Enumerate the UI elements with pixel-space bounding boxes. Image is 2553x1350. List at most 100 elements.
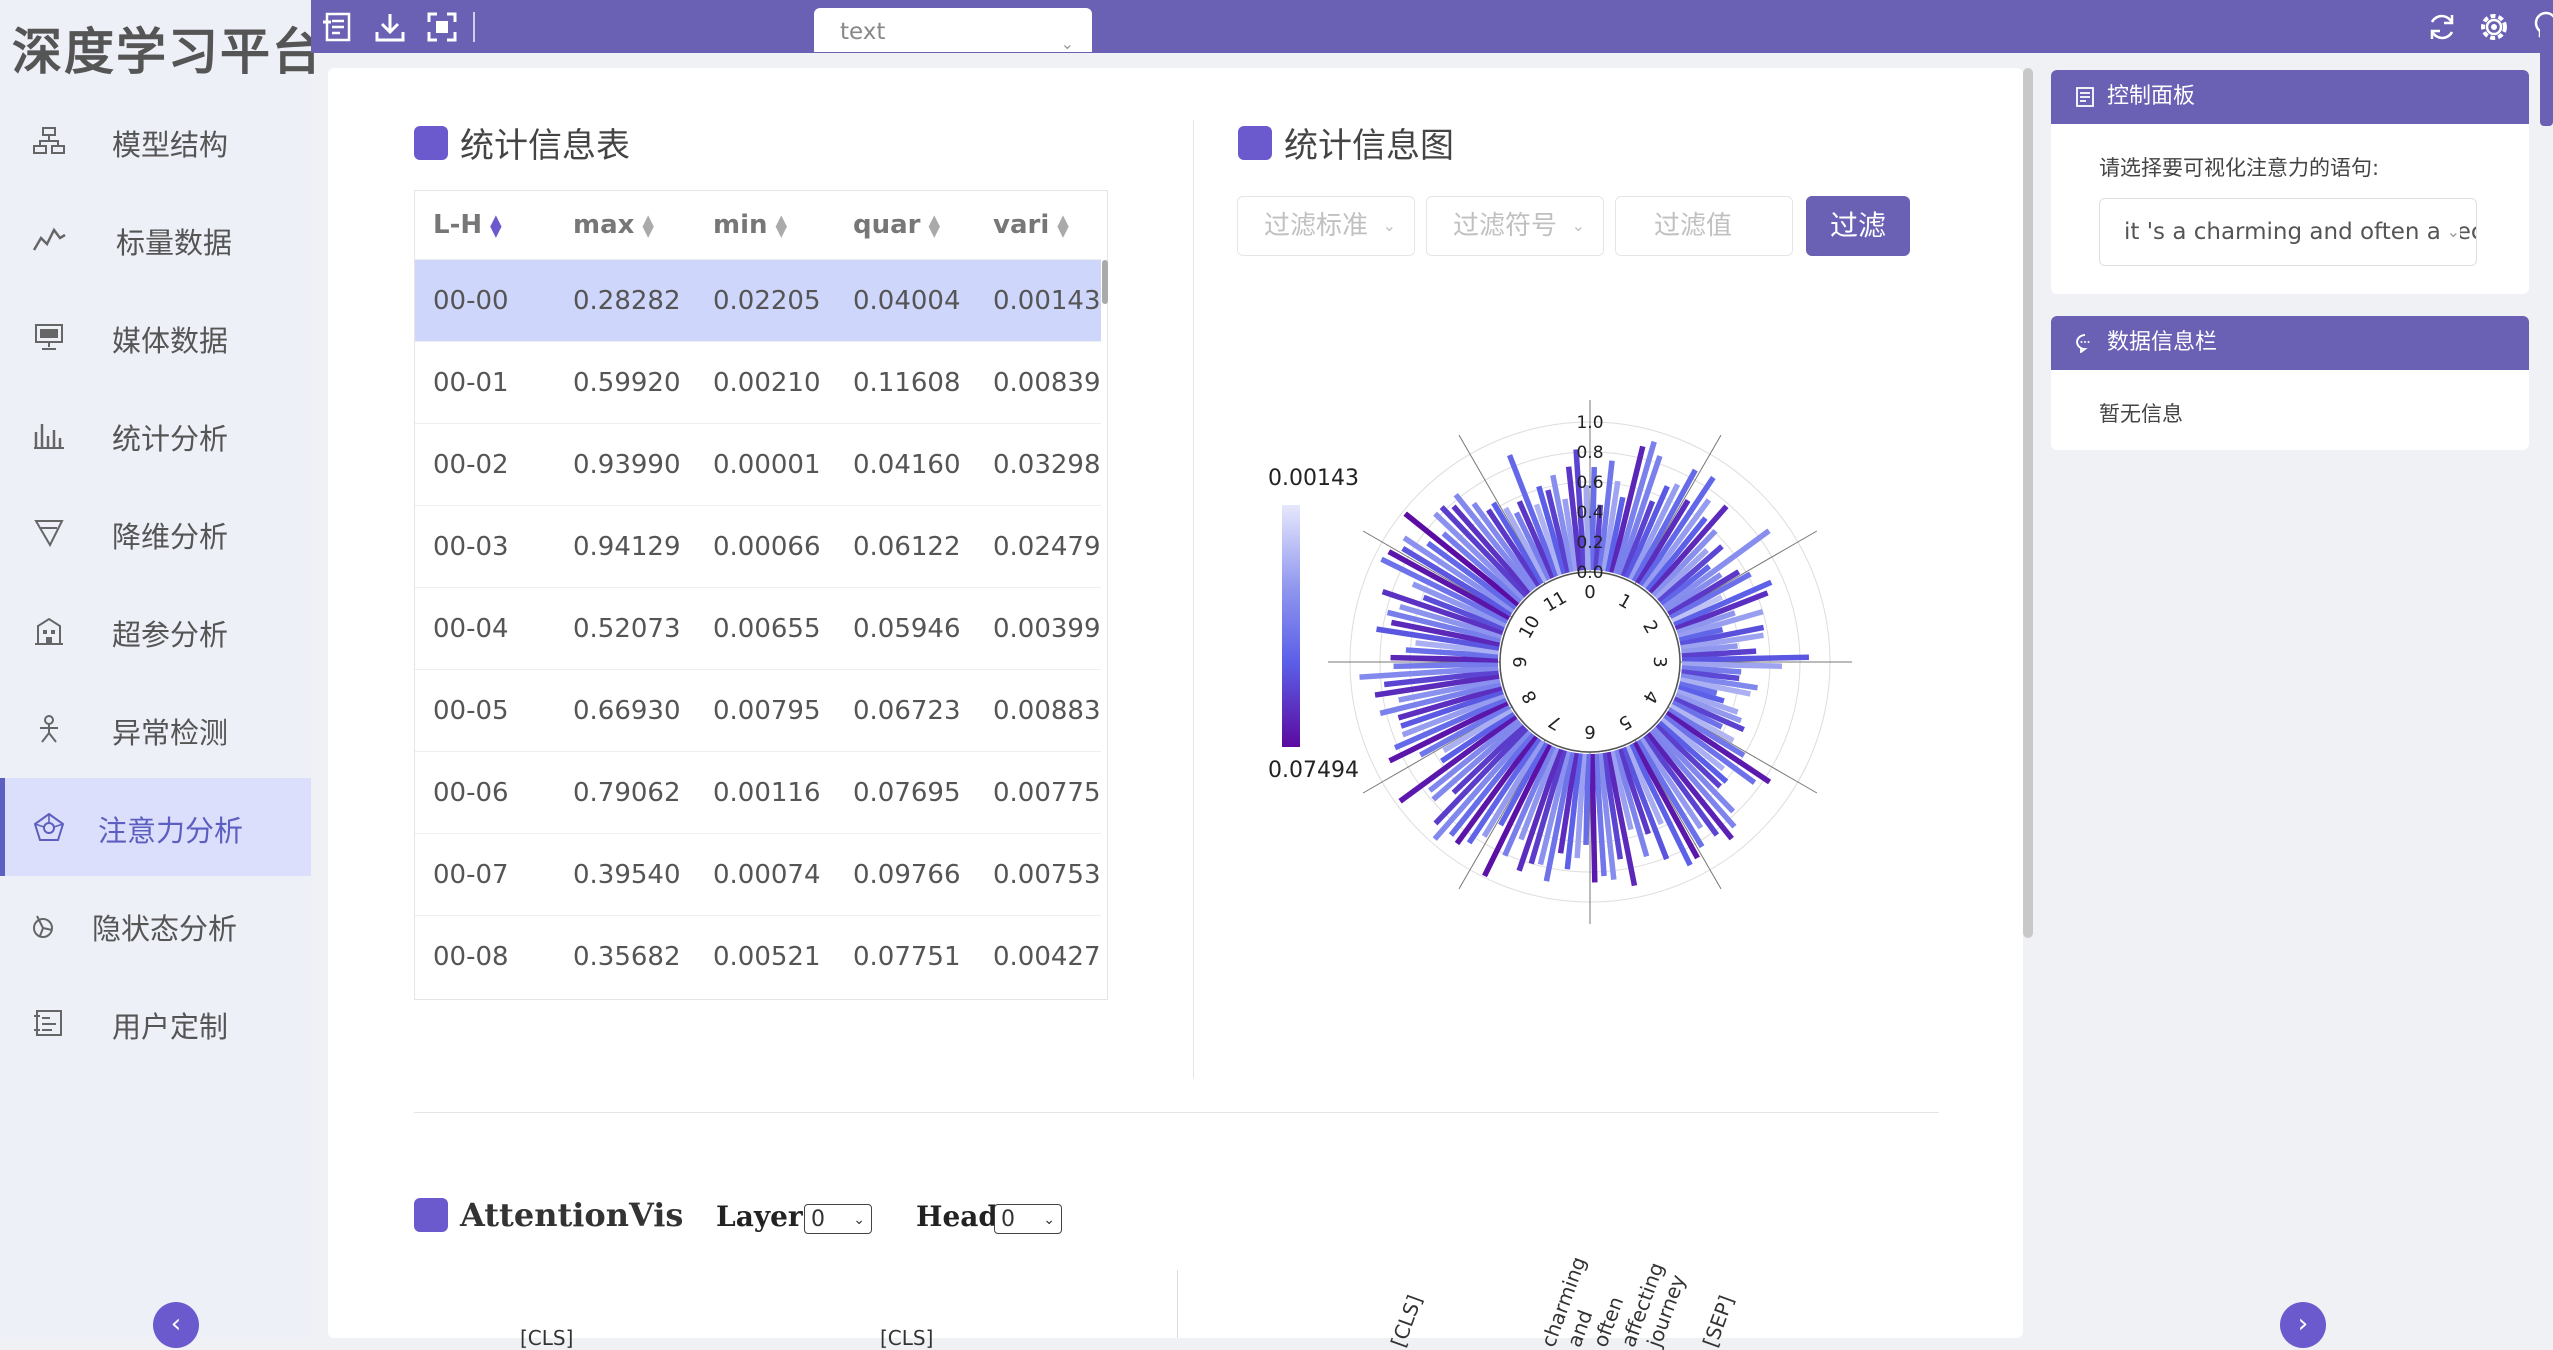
- bar-chart-icon: [34, 424, 64, 449]
- sidebar-item-statistics[interactable]: 统计分析: [0, 386, 311, 484]
- left-token[interactable]: [CLS]: [520, 1326, 573, 1350]
- table-cell: 00-04: [433, 614, 509, 644]
- settings-icon[interactable]: [2477, 10, 2511, 44]
- sidebar-item-hidden-state[interactable]: 隐状态分析: [0, 876, 311, 974]
- table-cell: 0.03298: [993, 450, 1101, 480]
- column-header-lh[interactable]: L-H ▲ ▼: [433, 191, 502, 259]
- sort-icon[interactable]: ▲ ▼: [1057, 212, 1069, 238]
- attention-vis-heading: AttentionVis: [414, 1196, 683, 1234]
- app-logo: 深度学习平台: [12, 23, 324, 81]
- filter-criterion-select[interactable]: 过滤标准 ⌄: [1237, 196, 1415, 256]
- head-select[interactable]: 0 ⌄: [994, 1204, 1062, 1234]
- export-icon[interactable]: [321, 10, 355, 44]
- table-row[interactable]: 00-05 0.66930 0.00795 0.06723 0.00883: [415, 669, 1101, 752]
- table-row[interactable]: 00-07 0.39540 0.00074 0.09766 0.00753: [415, 833, 1101, 916]
- table-cell: 0.39540: [573, 860, 681, 890]
- table-row[interactable]: 00-06 0.79062 0.00116 0.07695 0.00775: [415, 751, 1101, 834]
- table-cell: 00-03: [433, 532, 509, 562]
- table-cell: 00-05: [433, 696, 509, 726]
- table-row[interactable]: 00-02 0.93990 0.00001 0.04160 0.03298: [415, 423, 1101, 506]
- sort-icon[interactable]: ▲ ▼: [776, 212, 788, 238]
- table-cell: 0.00655: [713, 614, 821, 644]
- table-cell: 0.35682: [573, 942, 681, 972]
- table-row[interactable]: 00-03 0.94129 0.00066 0.06122 0.02479: [415, 505, 1101, 588]
- sidebar-item-user-custom[interactable]: 用户定制: [0, 974, 311, 1072]
- table-cell: 0.02479: [993, 532, 1101, 562]
- table-row[interactable]: 00-00 0.28282 0.02205 0.04004 0.00143: [415, 259, 1101, 342]
- section-marker-icon: [414, 125, 448, 160]
- refresh-icon[interactable]: [2425, 10, 2459, 44]
- table-cell: 0.79062: [573, 778, 681, 808]
- radial-tick-label: 0.6: [1576, 473, 1603, 493]
- table-cell: 00-02: [433, 450, 509, 480]
- table-cell: 0.06122: [853, 532, 961, 562]
- table-cell: 0.93990: [573, 450, 681, 480]
- attention-divider: [1177, 1270, 1178, 1338]
- column-header-quar[interactable]: quar ▲ ▼: [853, 191, 940, 259]
- sentence-select[interactable]: it 's a charming and often affecting jou…: [2099, 198, 2477, 266]
- sidebar-item-model-structure[interactable]: 模型结构: [0, 92, 311, 190]
- table-cell: 0.00521: [713, 942, 821, 972]
- polar-bar: [1583, 753, 1591, 846]
- layer-select[interactable]: 0 ⌄: [804, 1204, 872, 1234]
- sidebar-item-hyperparameter[interactable]: 超参分析: [0, 582, 311, 680]
- table-cell: 00-07: [433, 860, 509, 890]
- toolbar-divider: [473, 12, 475, 42]
- table-cell: 0.00753: [993, 860, 1101, 890]
- sidebar-item-attention-analysis[interactable]: 注意力分析: [0, 778, 311, 876]
- column-header-min[interactable]: min ▲ ▼: [713, 191, 787, 259]
- sidebar-item-label: 超参分析: [112, 618, 229, 652]
- main-scrollbar[interactable]: [2023, 68, 2033, 938]
- table-row[interactable]: 00-04 0.52073 0.00655 0.05946 0.00399: [415, 587, 1101, 670]
- chevron-down-icon: ⌄: [1382, 216, 1396, 235]
- data-info-panel-header: 数据信息栏: [2051, 316, 2529, 370]
- text-type-select[interactable]: text ⌄: [814, 8, 1092, 53]
- sidebar-item-media-data[interactable]: 媒体数据: [0, 288, 311, 386]
- person-icon: [40, 715, 58, 743]
- radial-tick-label: 0.0: [1576, 563, 1603, 583]
- sort-icon[interactable]: ▲ ▼: [642, 212, 654, 238]
- column-header-vari[interactable]: vari ▲ ▼: [993, 191, 1069, 259]
- table-cell: 0.00001: [713, 450, 821, 480]
- attention-icon: [33, 812, 65, 841]
- table-scrollbar[interactable]: [1102, 260, 1108, 304]
- table-cell: 0.00116: [713, 778, 821, 808]
- table-cell: 0.00795: [713, 696, 821, 726]
- stats-table-heading: 统计信息表: [414, 118, 630, 167]
- fullscreen-icon[interactable]: [425, 10, 459, 44]
- hidden-state-icon: [33, 915, 53, 938]
- table-cell: 00-00: [433, 286, 509, 316]
- table-cell: 0.00143: [993, 286, 1101, 316]
- chevron-down-icon: ⌄: [853, 1212, 865, 1228]
- table-cell: 0.00427: [993, 942, 1101, 972]
- next-page-button[interactable]: ›: [2280, 1302, 2326, 1348]
- table-row[interactable]: 00-01 0.59920 0.00210 0.11608 0.00839: [415, 341, 1101, 424]
- table-row[interactable]: 00-08 0.35682 0.00521 0.07751 0.00427: [415, 915, 1101, 998]
- collapse-sidebar-button[interactable]: ‹: [153, 1302, 199, 1348]
- control-panel: 控制面板 请选择要可视化注意力的语句: it 's a charming and…: [2051, 70, 2529, 294]
- polar-bar: [1393, 661, 1499, 670]
- data-info-panel-title: 数据信息栏: [2107, 330, 2218, 355]
- sidebar-item-label: 用户定制: [112, 1010, 229, 1044]
- filter-button[interactable]: 过滤: [1806, 196, 1910, 256]
- column-header-max[interactable]: max ▲ ▼: [573, 191, 654, 259]
- sort-icon[interactable]: ▲ ▼: [490, 212, 502, 238]
- control-panel-title: 控制面板: [2107, 84, 2196, 109]
- window-scrollbar[interactable]: [2540, 20, 2553, 126]
- sidebar-item-scalar-data[interactable]: 标量数据: [0, 190, 311, 288]
- sort-icon[interactable]: ▲ ▼: [929, 212, 941, 238]
- radial-tick-label: 0.4: [1576, 503, 1603, 523]
- table-cell: 0.00775: [993, 778, 1101, 808]
- line-chart-icon: [32, 227, 66, 251]
- sidebar-item-anomaly-detection[interactable]: 异常检测: [0, 680, 311, 778]
- filter-operator-select[interactable]: 过滤符号 ⌄: [1426, 196, 1604, 256]
- table-cell: 0.06723: [853, 696, 961, 726]
- left-token[interactable]: [CLS]: [880, 1326, 933, 1350]
- download-icon[interactable]: [373, 10, 407, 44]
- monitor-icon: [35, 324, 63, 350]
- table-cell: 0.09766: [853, 860, 961, 890]
- sidebar-item-dimension-reduction[interactable]: 降维分析: [0, 484, 311, 582]
- table-cell: 0.00074: [713, 860, 821, 890]
- filter-value-input[interactable]: 过滤值: [1615, 196, 1793, 256]
- table-cell: 0.00066: [713, 532, 821, 562]
